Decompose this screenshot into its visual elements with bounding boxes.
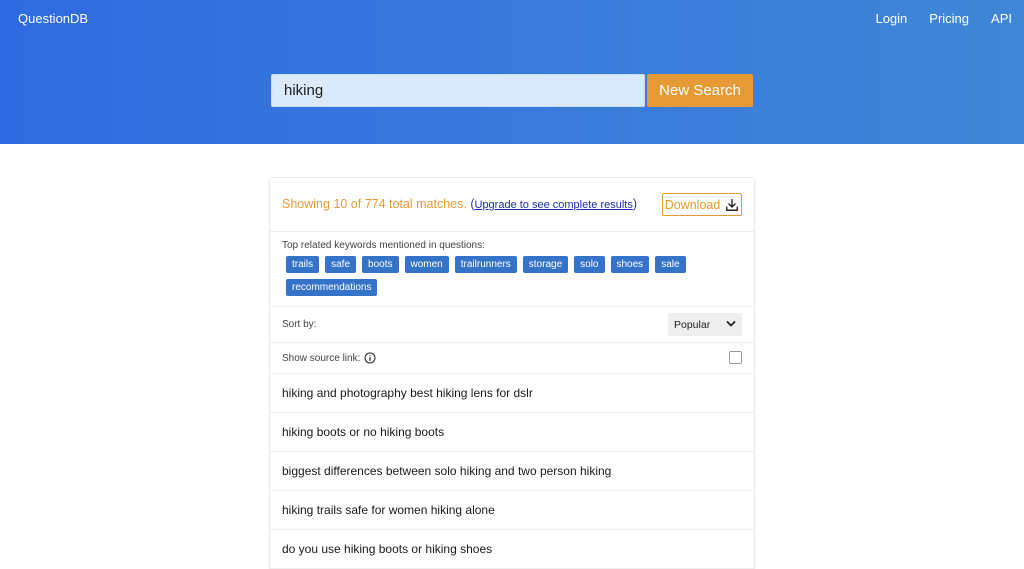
question-row[interactable]: biggest differences between solo hiking … [270, 452, 754, 491]
results-card: Showing 10 of 774 total matches. (Upgrad… [269, 177, 755, 569]
question-row[interactable]: hiking and photography best hiking lens … [270, 374, 754, 413]
results-summary: Showing 10 of 774 total matches. (Upgrad… [270, 178, 754, 232]
question-row[interactable]: do you use hiking boots or hiking shoes [270, 530, 754, 569]
question-text: hiking trails safe for women hiking alon… [282, 503, 495, 517]
nav-api-link[interactable]: API [991, 11, 1012, 26]
keyword-chip-solo[interactable]: solo [574, 256, 605, 273]
download-button[interactable]: Download [662, 193, 742, 216]
sort-label: Sort by: [282, 319, 317, 330]
question-text: do you use hiking boots or hiking shoes [282, 542, 493, 556]
paren-close: ) [632, 197, 638, 211]
source-link-text: Show source link: [282, 352, 361, 364]
info-icon[interactable] [364, 352, 376, 364]
sort-select-value: Popular [674, 318, 711, 331]
chevron-down-icon [726, 321, 736, 327]
sort-row: Sort by: Popular [270, 307, 754, 343]
search-input[interactable] [271, 74, 645, 107]
keyword-chip-sale[interactable]: sale [655, 256, 686, 273]
keyword-chip-safe[interactable]: safe [325, 256, 357, 273]
question-text: hiking boots or no hiking boots [282, 425, 445, 439]
sort-select[interactable]: Popular [668, 313, 742, 336]
keywords-title: Top related keywords mentioned in questi… [282, 240, 485, 251]
keyword-chip-list: trails safe boots women trailrunners sto… [286, 256, 706, 296]
question-row[interactable]: hiking trails safe for women hiking alon… [270, 491, 754, 530]
question-row[interactable]: hiking boots or no hiking boots [270, 413, 754, 452]
new-search-button[interactable]: New Search [647, 74, 753, 107]
question-text: biggest differences between solo hiking … [282, 464, 612, 478]
question-text: hiking and photography best hiking lens … [282, 386, 533, 400]
download-label: Download [664, 197, 721, 212]
source-link-row: Show source link: [270, 343, 754, 374]
download-icon [726, 198, 739, 211]
top-nav: Login Pricing API [875, 11, 1012, 26]
keyword-chip-trails[interactable]: trails [286, 256, 320, 273]
nav-pricing-link[interactable]: Pricing [929, 11, 969, 26]
source-link-checkbox[interactable] [729, 351, 742, 364]
source-link-label: Show source link: [282, 352, 376, 364]
keyword-chip-boots[interactable]: boots [362, 256, 399, 273]
hero-header: QuestionDB Login Pricing API New Search [0, 0, 1024, 144]
keyword-chip-shoes[interactable]: shoes [610, 256, 650, 273]
nav-login-link[interactable]: Login [875, 11, 907, 26]
match-count-text: Showing 10 of 774 total matches. [282, 197, 467, 211]
upgrade-link[interactable]: Upgrade to see complete results [475, 199, 633, 211]
keyword-chip-trailrunners[interactable]: trailrunners [454, 256, 517, 273]
brand-logo[interactable]: QuestionDB [18, 11, 88, 26]
related-keywords: Top related keywords mentioned in questi… [270, 232, 754, 307]
keyword-chip-women[interactable]: women [404, 256, 449, 273]
match-count: Showing 10 of 774 total matches. (Upgrad… [282, 197, 637, 211]
keyword-chip-recommendations[interactable]: recommendations [286, 279, 378, 296]
keyword-chip-storage[interactable]: storage [522, 256, 569, 273]
